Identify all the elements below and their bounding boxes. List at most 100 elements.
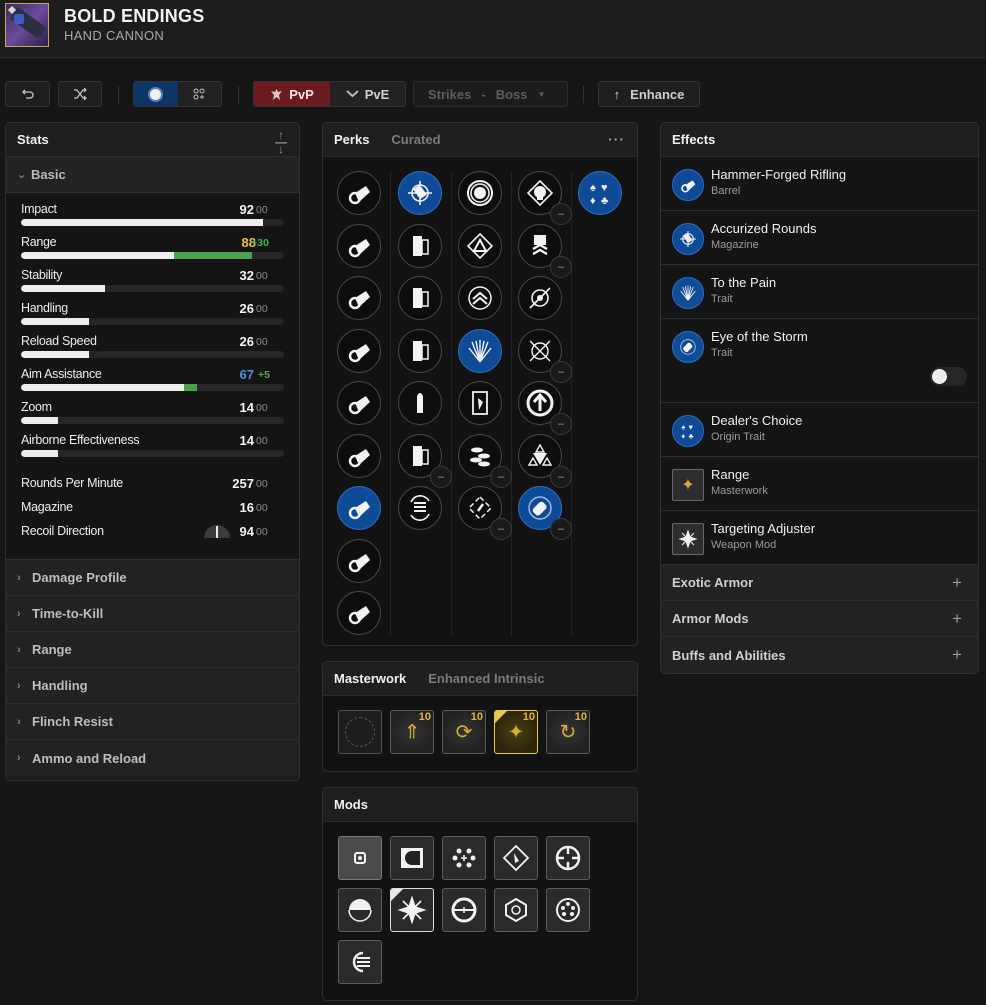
- remove-perk-button[interactable]: –: [550, 255, 572, 278]
- effect-to-the-pain: To the Pain Trait: [661, 265, 978, 319]
- mod-option-9[interactable]: [546, 888, 590, 932]
- masterwork-option-0[interactable]: [338, 710, 382, 754]
- remove-perk-button[interactable]: –: [550, 518, 572, 540]
- remove-perk-button[interactable]: –: [490, 465, 512, 488]
- stat-row-magazine: Magazine 16 00: [6, 497, 299, 521]
- totem-icon: [532, 234, 548, 255]
- mod-option-7[interactable]: [442, 888, 486, 932]
- section-flinch-resist[interactable]: › Flinch Resist: [6, 704, 299, 740]
- mod-option-3[interactable]: [494, 836, 538, 880]
- perk-magazine-2[interactable]: [398, 276, 442, 320]
- more-dots-icon[interactable]: ···: [608, 131, 625, 147]
- mod-option-4[interactable]: [546, 836, 590, 880]
- stats-panel: Stats ↑ — ↓ ⌄ Basic Impact 92 00 Range 88 +30 St…: [5, 122, 300, 781]
- stat-label: Magazine: [21, 500, 73, 514]
- perk-barrel-5[interactable]: [337, 433, 381, 478]
- arrow-up-icon: ↑: [613, 86, 621, 102]
- mod-option-2[interactable]: [442, 836, 486, 880]
- mod-option-1[interactable]: [390, 836, 434, 880]
- perk-origin-0[interactable]: ♠ ♥ ♦ ♣: [578, 171, 622, 215]
- magazine-icon: [413, 235, 429, 256]
- dots-plus-icon: [452, 848, 476, 868]
- effect-type: Trait: [711, 347, 733, 359]
- perk-magazine-4[interactable]: [398, 381, 442, 425]
- mod-option-10[interactable]: [338, 940, 382, 984]
- remove-perk-button[interactable]: –: [490, 518, 512, 540]
- mod-option-0[interactable]: [338, 836, 382, 880]
- revolver-cylinder-icon: [556, 898, 580, 922]
- fan-dial-icon: [348, 899, 372, 922]
- randomize-button[interactable]: [58, 81, 102, 107]
- activity-select[interactable]: Strikes - Boss ▼: [413, 81, 568, 107]
- collapse-arrows-icon[interactable]: ↑ — ↓: [275, 129, 287, 155]
- add-exotic-armor[interactable]: Exotic Armor +: [661, 565, 978, 601]
- perk-barrel-8[interactable]: [337, 591, 381, 635]
- stat-bonus: 00: [256, 502, 268, 514]
- view-grid-button[interactable]: [177, 82, 221, 106]
- mode-pvp-button[interactable]: PvP: [254, 82, 330, 106]
- perk-trait1-0[interactable]: [458, 171, 502, 215]
- activity-label: Strikes: [428, 86, 472, 102]
- remove-perk-button[interactable]: –: [550, 465, 572, 488]
- add-armor-mods[interactable]: Armor Mods +: [661, 601, 978, 637]
- perk-trait1-4[interactable]: [458, 381, 502, 425]
- mod-option-8[interactable]: [494, 888, 538, 932]
- grid-plus-icon: [193, 88, 205, 100]
- effect-icon-wrap: [672, 331, 704, 363]
- perk-barrel-2[interactable]: [337, 276, 381, 320]
- undo-button[interactable]: [5, 81, 50, 107]
- section-time-to-kill[interactable]: › Time-to-Kill: [6, 596, 299, 632]
- stat-label: Handling: [21, 301, 68, 315]
- remove-perk-button[interactable]: –: [550, 360, 572, 383]
- add-buffs-and-abilities[interactable]: Buffs and Abilities +: [661, 637, 978, 673]
- perk-trait1-1[interactable]: [458, 223, 502, 268]
- crosshair-rounds-icon: [680, 231, 696, 247]
- remove-perk-button[interactable]: –: [430, 465, 452, 488]
- svg-text:♣: ♣: [601, 195, 608, 207]
- remove-perk-button[interactable]: –: [550, 413, 572, 435]
- tab-masterwork[interactable]: Masterwork: [334, 671, 406, 686]
- perk-magazine-0[interactable]: [398, 171, 442, 215]
- perk-barrel-1[interactable]: [337, 223, 381, 268]
- diamond-cycle-icon: [467, 495, 493, 521]
- perk-barrel-6[interactable]: [337, 486, 381, 530]
- view-single-button[interactable]: [134, 82, 178, 106]
- tri-star-icon: [527, 443, 553, 466]
- mod-option-5[interactable]: [338, 888, 382, 932]
- perks-header: Perks Curated ···: [323, 123, 637, 157]
- stat-label: Impact: [21, 202, 57, 216]
- masterwork-option-2[interactable]: ⟳ 10: [442, 710, 486, 754]
- section-damage-profile[interactable]: › Damage Profile: [6, 560, 299, 596]
- mod-option-6[interactable]: [390, 888, 434, 932]
- perk-barrel-0[interactable]: [337, 171, 381, 215]
- remove-perk-button[interactable]: –: [550, 203, 572, 225]
- perk-trait1-2[interactable]: [458, 276, 502, 320]
- section-range[interactable]: › Range: [6, 632, 299, 668]
- barrel-icon: [348, 343, 370, 362]
- tab-curated[interactable]: Curated: [391, 132, 440, 147]
- stat-bar-fill: [21, 318, 90, 325]
- masterwork-option-3[interactable]: ✦ 10: [494, 710, 538, 754]
- perk-barrel-7[interactable]: [337, 538, 381, 583]
- effects-header: Effects: [661, 123, 978, 157]
- perk-barrel-3[interactable]: [337, 328, 381, 373]
- masterwork-option-1[interactable]: ⇑ 10: [390, 710, 434, 754]
- basic-section-toggle[interactable]: ⌄ Basic: [6, 157, 299, 193]
- tab-enhanced-intrinsic[interactable]: Enhanced Intrinsic: [428, 671, 544, 686]
- perk-barrel-4[interactable]: [337, 381, 381, 425]
- masterwork-option-4[interactable]: ↻ 10: [546, 710, 590, 754]
- perk-magazine-6[interactable]: [398, 486, 442, 530]
- perk-trait2-2[interactable]: [518, 276, 562, 320]
- svg-text:♠: ♠: [681, 423, 685, 432]
- mode-pve-button[interactable]: PvE: [330, 82, 405, 106]
- effect-toggle[interactable]: [930, 367, 967, 386]
- perk-magazine-1[interactable]: [398, 223, 442, 268]
- section-ammo-and-reload[interactable]: › Ammo and Reload: [6, 740, 299, 776]
- enhance-button[interactable]: ↑ Enhance: [598, 81, 700, 107]
- perk-trait1-3[interactable]: [458, 328, 502, 373]
- section-label: Handling: [32, 678, 88, 693]
- tab-perks[interactable]: Perks: [334, 132, 369, 147]
- perk-magazine-3[interactable]: [398, 328, 442, 373]
- stat-bar-fill: [21, 384, 185, 391]
- section-handling[interactable]: › Handling: [6, 668, 299, 704]
